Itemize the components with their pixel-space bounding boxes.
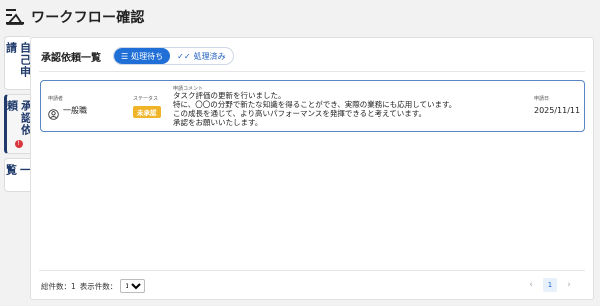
- comment-line: 特に、〇〇の分野で新たな知識を得ることができ、実際の業務にも応用しています。: [173, 100, 457, 109]
- application-date: 2025/11/11: [534, 106, 581, 115]
- tab-label: 承認依頼: [5, 100, 33, 136]
- side-tabs: 自己申請 承認依頼 ! 一覧: [4, 36, 33, 196]
- app-header: ワークフロー確認: [0, 0, 600, 34]
- pagination-info: 総件数：1 表示件数： 10: [41, 279, 146, 293]
- approval-panel: 承認依頼一覧 ☰ 処理待ち ✓✓ 処理済み 申請者 一般職 ステータス 未承認 …: [30, 37, 594, 300]
- comment-line: タスク評価の更新を行いました。: [173, 91, 286, 100]
- page-title: ワークフロー確認: [31, 10, 145, 26]
- alert-badge: !: [14, 140, 23, 148]
- list-icon: ☰: [121, 51, 129, 61]
- double-check-icon: ✓✓: [177, 51, 191, 61]
- status-badge: 未承認: [133, 106, 161, 118]
- panel-title: 承認依頼一覧: [41, 52, 101, 64]
- comment-line: この成長を通じて、より高いパフォーマンスを発揮できると考えています。: [173, 109, 427, 118]
- panel-header: 承認依頼一覧 ☰ 処理待ち ✓✓ 処理済み: [41, 47, 234, 65]
- divider: [39, 71, 585, 72]
- next-page-icon[interactable]: ›: [561, 280, 577, 290]
- tab-label: 自己申請: [4, 42, 32, 78]
- workflow-icon: [6, 8, 26, 26]
- per-page-label: 表示件数：: [79, 281, 118, 291]
- user-icon: [48, 105, 59, 120]
- pending-label: 処理待ち: [131, 51, 164, 61]
- tab-list[interactable]: 一覧: [4, 158, 32, 192]
- pending-button[interactable]: ☰ 処理待ち: [114, 48, 171, 64]
- done-button[interactable]: ✓✓ 処理済み: [170, 48, 232, 64]
- divider: [39, 270, 585, 271]
- comment-line: 承認をお願いいたします。: [173, 118, 263, 127]
- per-page-select[interactable]: 10: [120, 279, 146, 293]
- tab-label: 一覧: [4, 164, 32, 176]
- total-count: 総件数：1: [41, 281, 76, 291]
- request-card[interactable]: 申請者 一般職 ステータス 未承認 申請コメント タスク評価の更新を行いました。…: [40, 80, 585, 132]
- done-label: 処理済み: [193, 51, 226, 61]
- status-label: ステータス: [133, 96, 159, 102]
- comment-text: タスク評価の更新を行いました。 特に、〇〇の分野で新たな知識を得ることができ、実…: [173, 91, 533, 127]
- applicant-name: 一般職: [63, 106, 87, 115]
- applicant: 一般職: [48, 105, 87, 120]
- tab-self-application[interactable]: 自己申請: [4, 36, 32, 90]
- status-toggle: ☰ 処理待ち ✓✓ 処理済み: [113, 47, 234, 65]
- date-label: 申請日: [534, 96, 550, 102]
- tab-approval-request[interactable]: 承認依頼 !: [4, 94, 33, 154]
- pager: ‹ 1 ›: [523, 278, 577, 292]
- applicant-label: 申請者: [48, 96, 64, 102]
- page-button[interactable]: 1: [543, 278, 557, 292]
- panel-footer: 総件数：1 表示件数： 10 ‹ 1 ›: [31, 270, 595, 301]
- prev-page-icon[interactable]: ‹: [523, 280, 539, 290]
